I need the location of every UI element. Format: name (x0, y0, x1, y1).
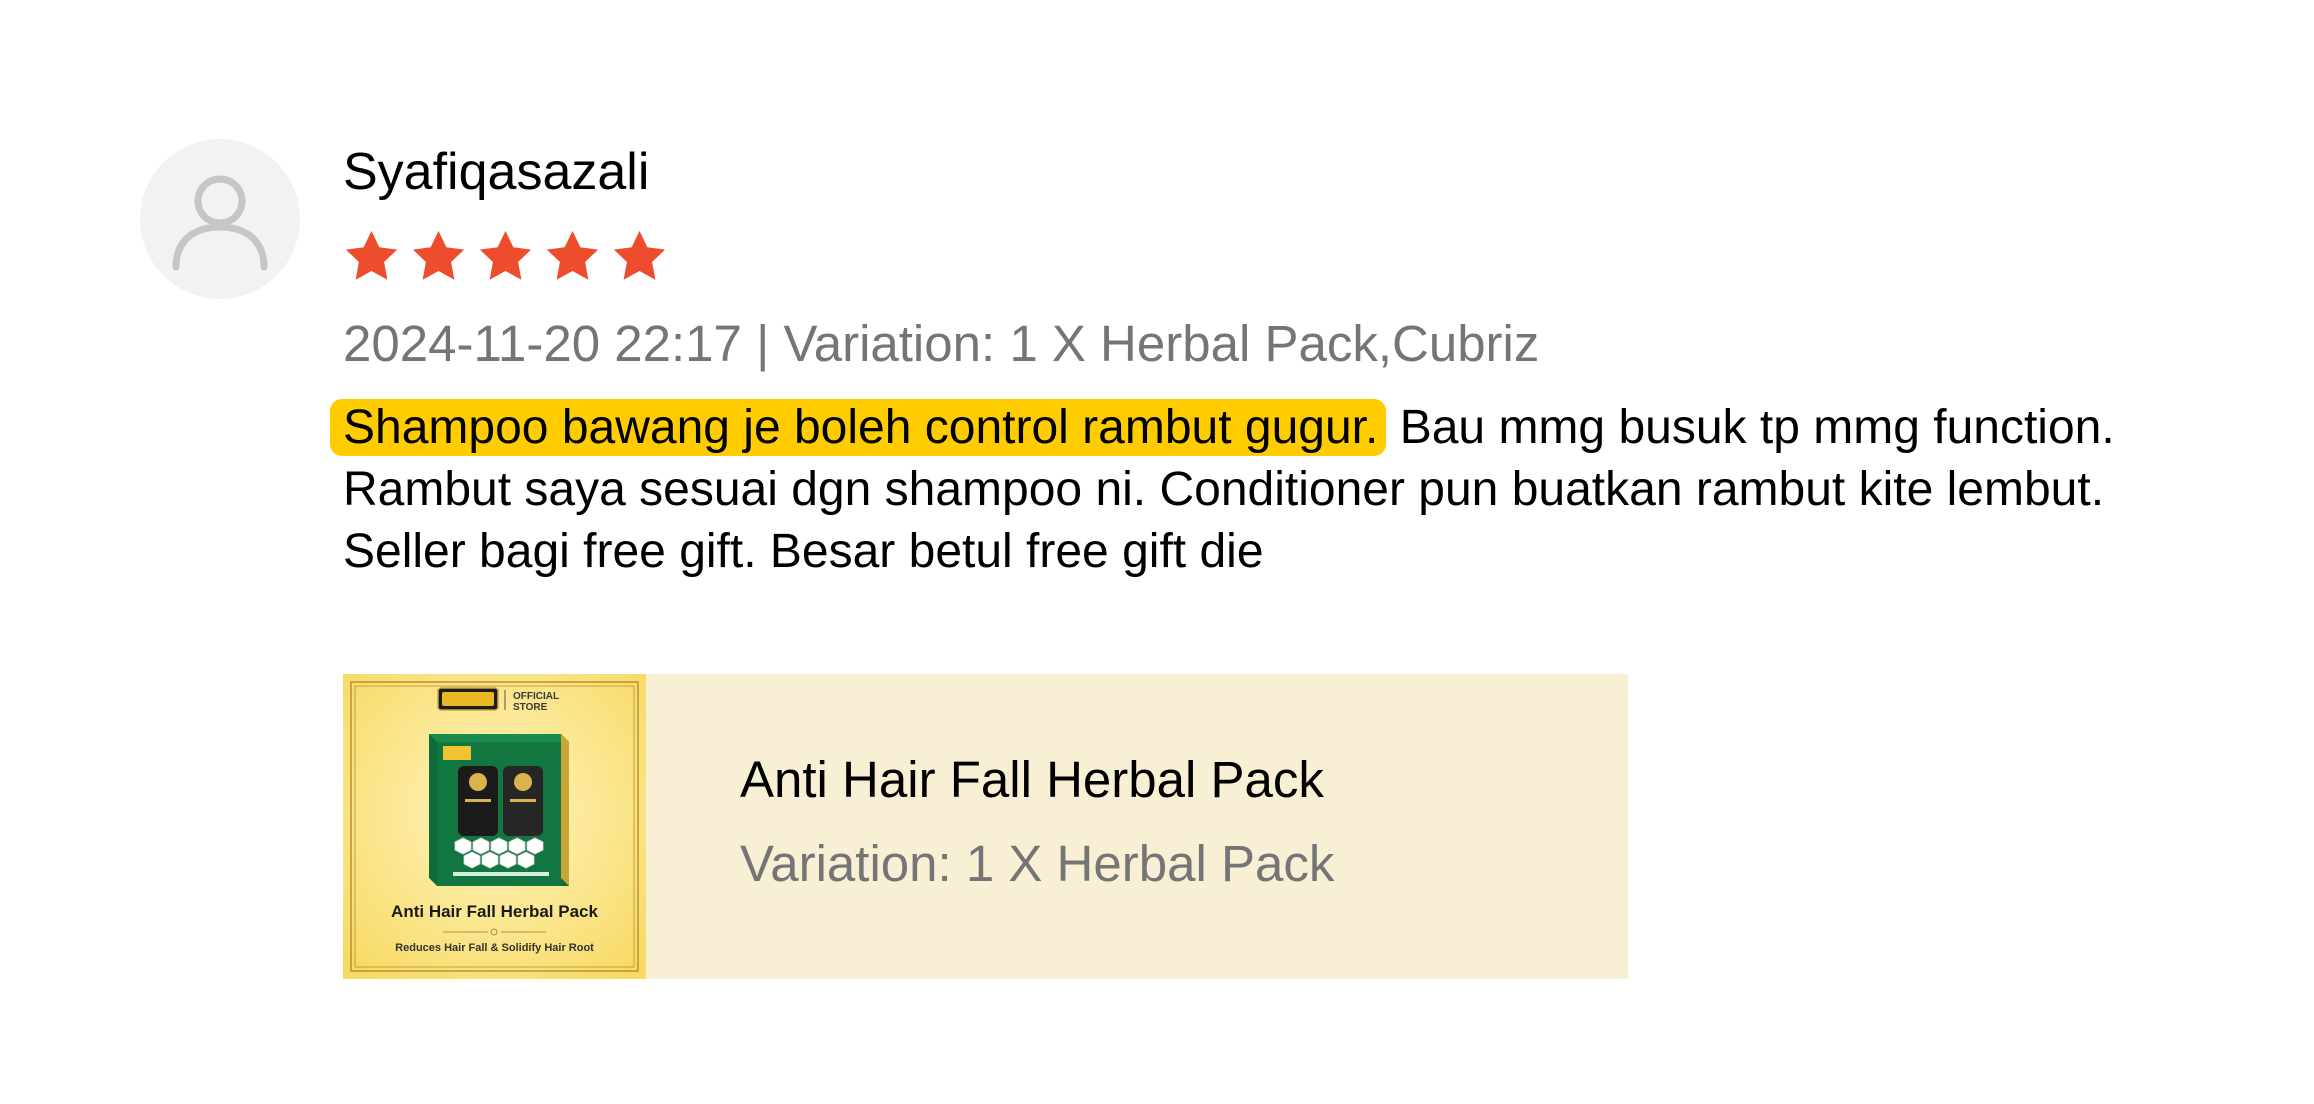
review-item: Syafiqasazali 2024-11-20 22:17 | Variati… (0, 0, 2314, 1104)
star-icon (613, 230, 666, 280)
thumb-store-line2: STORE (513, 702, 548, 713)
meta-separator: | (756, 315, 770, 372)
product-variation: Variation: 1 X Herbal Pack (740, 835, 1335, 892)
thumb-subtitle: Reduces Hair Fall & Solidify Hair Root (395, 942, 594, 954)
thumb-title: Anti Hair Fall Herbal Pack (391, 902, 598, 921)
star-icon (345, 230, 398, 280)
product-image (343, 674, 646, 979)
product-name[interactable]: Anti Hair Fall Herbal Pack (740, 748, 1324, 812)
avatar[interactable] (140, 139, 300, 299)
review-meta: 2024-11-20 22:17 | Variation: 1 X Herbal… (343, 312, 1539, 376)
product-thumbnail[interactable]: OFFICIAL STORE Anti Hair Fall Herbal Pack… (343, 674, 646, 979)
product-card[interactable]: OFFICIAL STORE Anti Hair Fall Herbal Pack… (343, 674, 1628, 979)
user-icon (172, 175, 268, 271)
star-icon (412, 230, 465, 280)
reviewer-name: Syafiqasazali (343, 143, 650, 201)
review-variation: Variation: 1 X Herbal Pack,Cubriz (783, 315, 1540, 372)
review-date: 2024-11-20 22:17 (343, 315, 742, 372)
review-comment: Shampoo bawang je boleh control rambut g… (330, 397, 2133, 583)
star-icon (546, 230, 599, 280)
thumb-store-line1: OFFICIAL (513, 691, 560, 702)
star-icon (479, 230, 532, 280)
comment-highlight: Shampoo bawang je boleh control rambut g… (330, 399, 1387, 456)
thumb-store-label: OFFICIAL STORE (513, 691, 559, 713)
star-rating (343, 228, 668, 288)
